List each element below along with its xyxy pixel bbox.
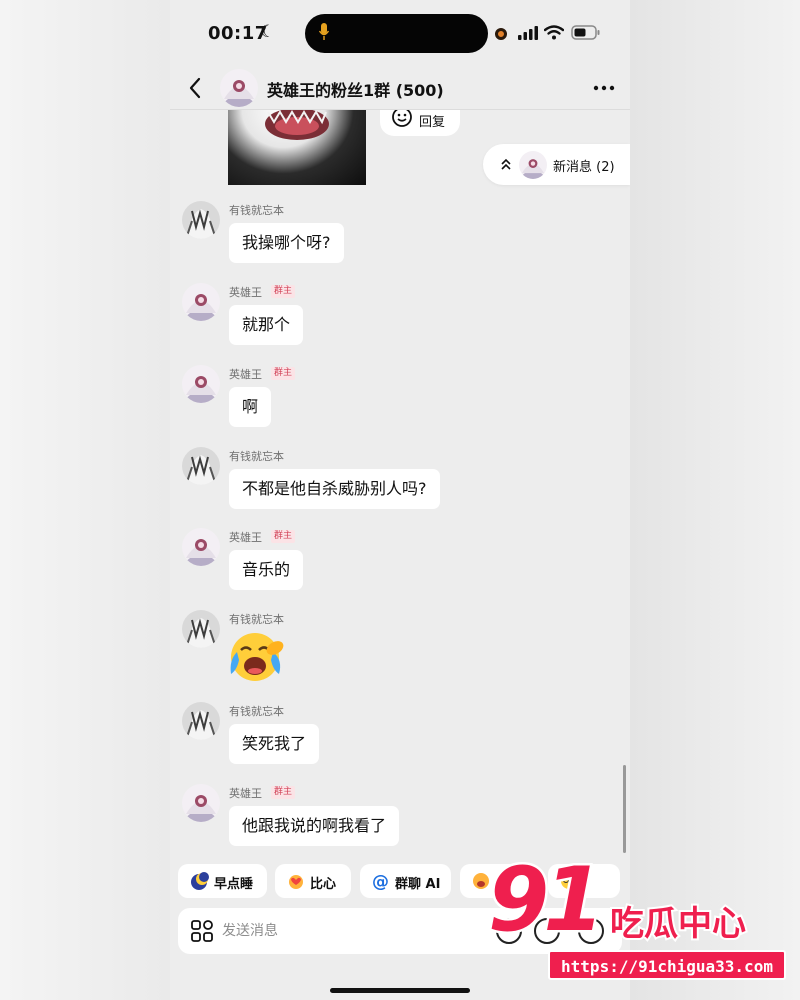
sender-name: 有钱就忘本	[229, 204, 284, 217]
quick-action-heart[interactable]: 比心	[275, 864, 351, 898]
chat-header: 英雄王的粉丝1群 (500)	[170, 66, 630, 110]
back-arrow-icon[interactable]	[184, 74, 208, 102]
avatar-yingxiongwang[interactable]	[182, 528, 220, 566]
chat-messages[interactable]: 回复 新消息 (2) 有钱就忘本 我操哪个呀? 英雄王 群主 就那个 英雄王 群…	[170, 110, 630, 855]
battery-icon	[571, 25, 600, 40]
sender-name: 英雄王	[229, 531, 262, 544]
sender-name: 有钱就忘本	[229, 705, 284, 718]
heart-hands-icon	[289, 875, 303, 889]
home-indicator	[330, 988, 470, 993]
svg-text:@: @	[372, 872, 389, 891]
quick-action-label: 早点睡	[214, 877, 254, 892]
quick-action-sleep[interactable]: 早点睡	[178, 864, 267, 898]
owner-badge: 群主	[271, 285, 296, 298]
sender-name: 有钱就忘本	[229, 450, 284, 463]
owner-badge: 群主	[271, 367, 296, 380]
more-options-icon[interactable]	[592, 76, 616, 100]
avatar-youqian[interactable]	[182, 702, 220, 740]
avatar-yingxiongwang[interactable]	[182, 283, 220, 321]
status-time: 00:17	[208, 23, 268, 44]
sender-name: 英雄王	[229, 787, 262, 800]
sender-avatar	[519, 151, 547, 179]
sender-name: 英雄王	[229, 368, 262, 381]
message-bubble[interactable]: 不都是他自杀威胁别人吗?	[229, 469, 440, 509]
owner-badge: 群主	[271, 530, 296, 543]
moon-icon: ☾	[260, 22, 276, 42]
sender-name: 英雄王	[229, 286, 262, 299]
message-input[interactable]	[222, 916, 482, 946]
dynamic-island	[305, 14, 488, 53]
owner-badge: 群主	[271, 786, 296, 799]
reply-button[interactable]: 回复	[380, 110, 460, 136]
avatar-youqian[interactable]	[182, 610, 220, 648]
backdrop-left	[0, 0, 170, 1000]
smile-face-icon	[392, 110, 412, 127]
reply-label: 回复	[419, 115, 446, 130]
group-title[interactable]: 英雄王的粉丝1群 (500)	[267, 77, 444, 101]
group-avatar[interactable]	[220, 69, 258, 107]
sender-name: 有钱就忘本	[229, 613, 284, 626]
message-bubble[interactable]: 他跟我说的啊我看了	[229, 806, 400, 846]
quick-action-group-ai[interactable]: @ 群聊 AI	[360, 864, 451, 898]
at-sign-icon: @	[372, 872, 389, 891]
message-bubble[interactable]: 我操哪个呀?	[229, 223, 344, 263]
watermark-text: 吃瓜中心	[608, 902, 748, 946]
quick-action-label: 群聊 AI	[395, 877, 441, 892]
watermark-number: 91	[485, 846, 607, 954]
recording-indicator-icon	[495, 28, 507, 40]
avatar-yingxiongwang[interactable]	[182, 365, 220, 403]
avatar-youqian[interactable]	[182, 201, 220, 239]
message-bubble[interactable]: 就那个	[229, 305, 304, 345]
new-messages-label: 新消息 (2)	[553, 160, 615, 175]
microphone-icon	[319, 23, 329, 40]
message-bubble[interactable]: 笑死我了	[229, 724, 320, 764]
watermark-logo: 91 吃瓜中心 https://91chigua33.com	[485, 846, 793, 984]
backdrop-right	[630, 0, 800, 1000]
new-messages-button[interactable]: 新消息 (2)	[483, 144, 630, 185]
watermark-url: https://91chigua33.com	[548, 950, 786, 980]
chat-scrollbar[interactable]	[623, 765, 626, 853]
status-bar: 00:17 ☾	[170, 0, 630, 66]
quick-action-label: 比心	[310, 877, 337, 892]
wifi-icon	[544, 25, 564, 40]
cellular-signal-icon	[518, 26, 538, 40]
moon-sleep-icon	[191, 872, 209, 890]
apps-grid-icon[interactable]	[190, 919, 214, 943]
message-bubble[interactable]: 音乐的	[229, 550, 304, 590]
message-bubble[interactable]: 啊	[229, 387, 272, 427]
double-chevron-up-icon	[501, 158, 511, 170]
avatar-yingxiongwang[interactable]	[182, 784, 220, 822]
panda-image[interactable]	[228, 110, 366, 185]
crying-laughing-emoji-icon[interactable]	[227, 630, 285, 684]
avatar-youqian[interactable]	[182, 447, 220, 485]
